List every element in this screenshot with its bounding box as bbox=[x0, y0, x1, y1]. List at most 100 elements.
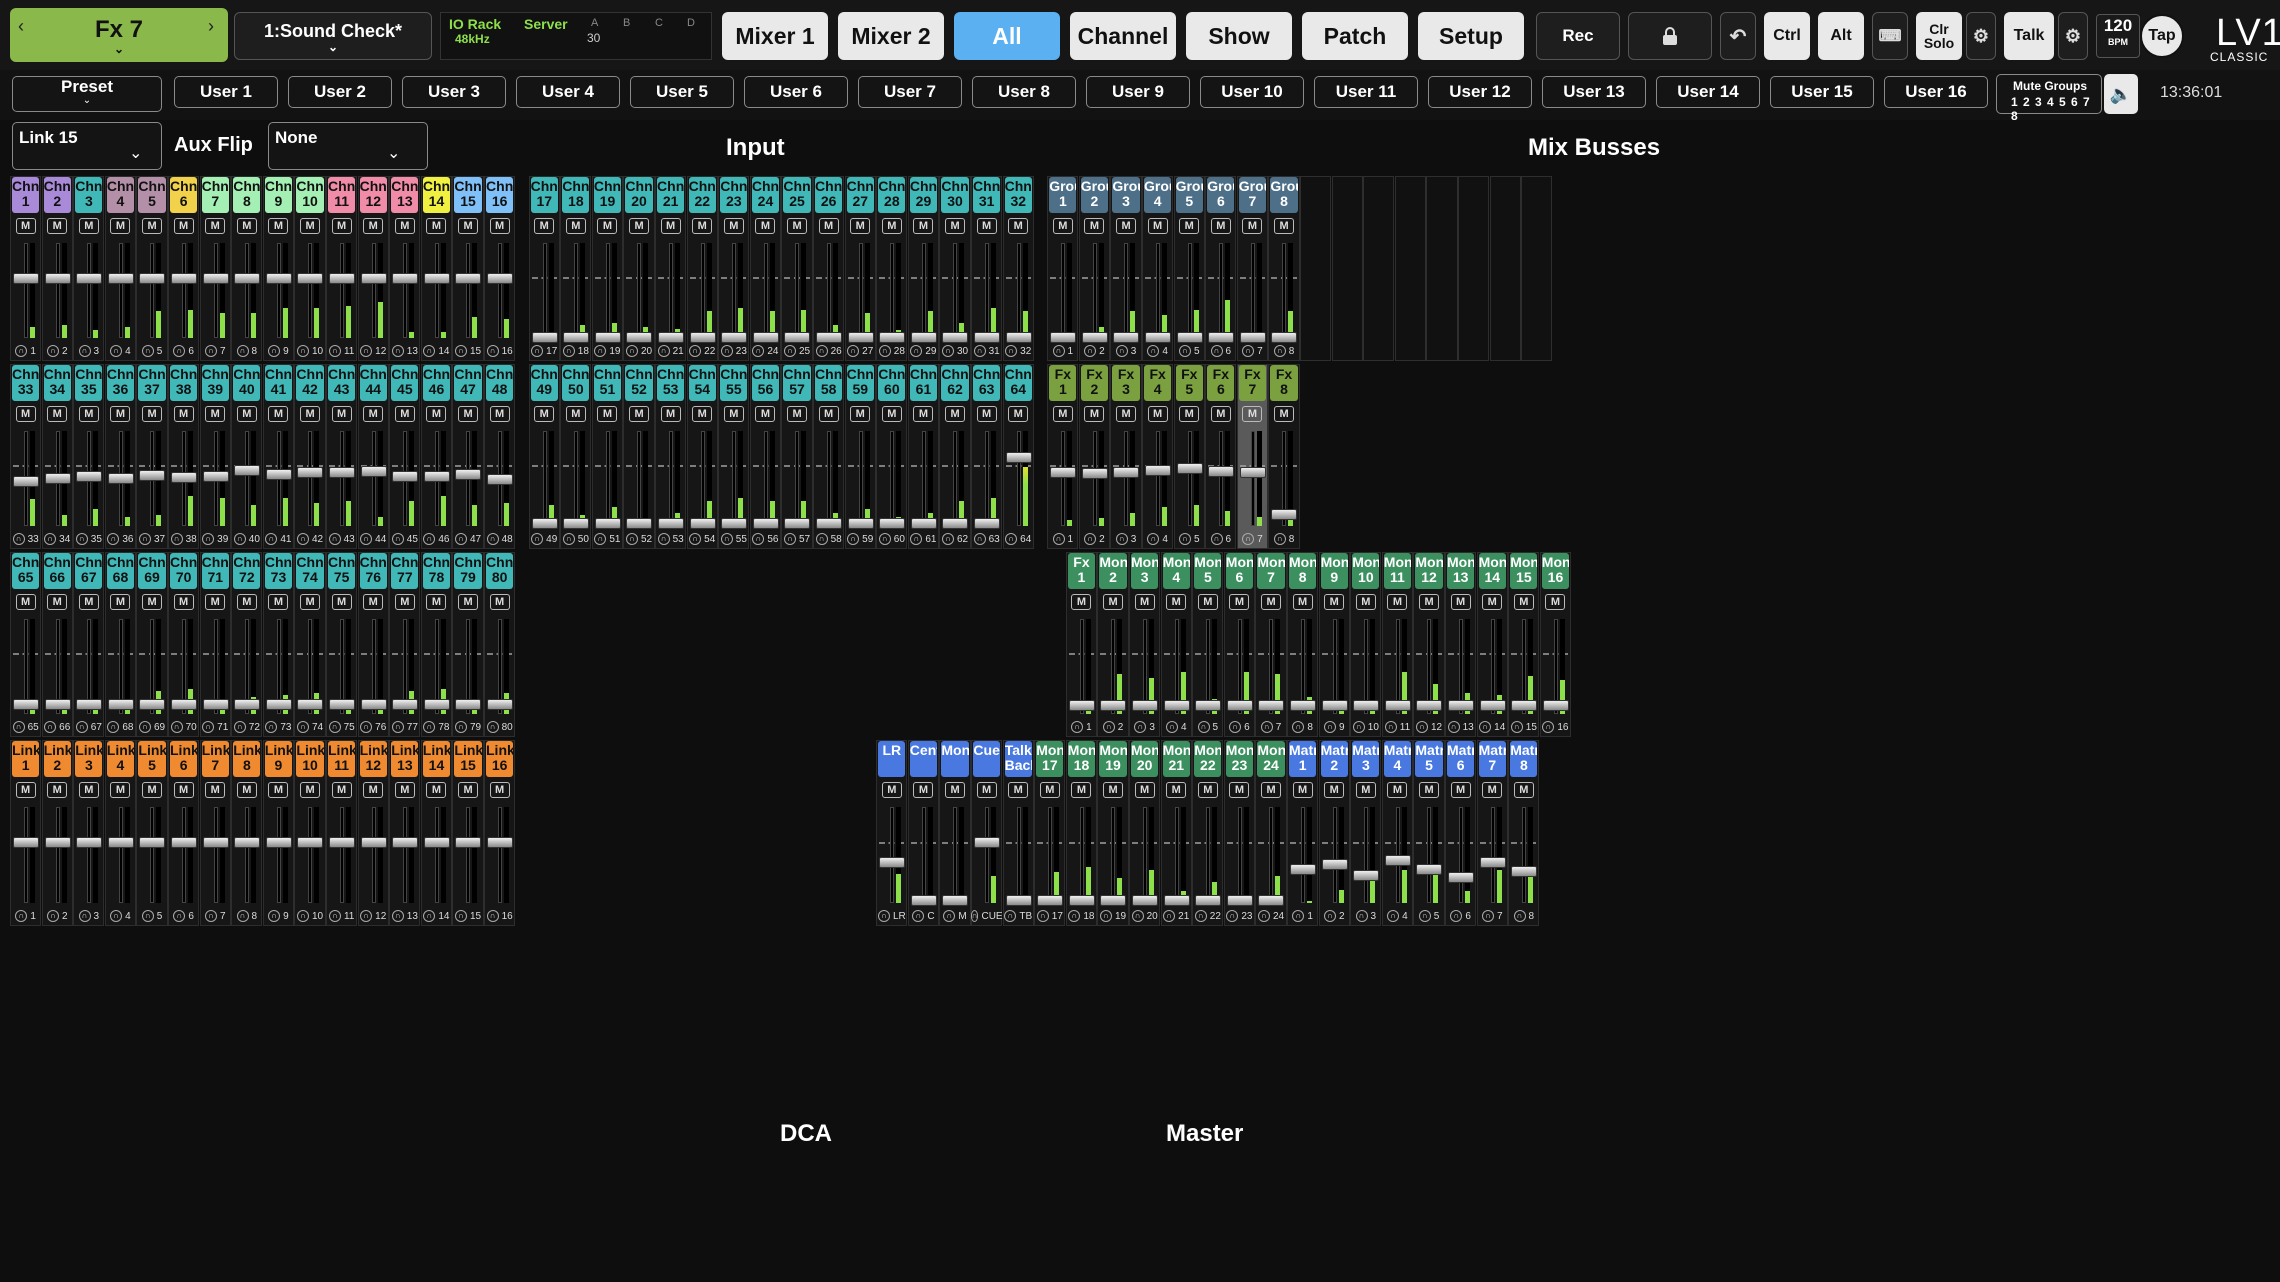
strip-name[interactable]: Cue bbox=[973, 741, 1001, 777]
strip-name[interactable]: Chn 36 bbox=[106, 365, 135, 401]
strip-name[interactable]: Mon 20 bbox=[1131, 741, 1159, 777]
strip-footer[interactable]: ∩ 58 bbox=[814, 531, 843, 547]
channel-strip[interactable]: MonoM∩M bbox=[939, 740, 971, 926]
strip-footer[interactable]: ∩ 13 bbox=[1446, 719, 1475, 735]
channel-strip[interactable]: Link 16 M ∩ 16 bbox=[484, 740, 516, 926]
strip-name[interactable]: Chn 27 bbox=[846, 177, 874, 213]
user-button-6[interactable]: User 6 bbox=[744, 76, 848, 108]
mute-button[interactable]: M bbox=[331, 594, 352, 610]
strip-name[interactable]: Group 5 bbox=[1175, 177, 1203, 213]
strip-name[interactable]: Chn 39 bbox=[201, 365, 229, 401]
strip-name[interactable]: Link 11 bbox=[328, 741, 356, 777]
channel-strip[interactable]: Chn 32 M ∩ 32 bbox=[1002, 176, 1034, 361]
headphone-icon[interactable]: ∩ bbox=[1542, 721, 1555, 733]
strip-name[interactable]: Link 13 bbox=[391, 741, 419, 777]
strip-footer[interactable]: ∩ 77 bbox=[390, 719, 419, 735]
fader-knob[interactable] bbox=[531, 332, 558, 343]
headphone-icon[interactable]: ∩ bbox=[233, 533, 246, 545]
channel-strip[interactable]: Chn 37 M ∩ 37 bbox=[136, 364, 168, 549]
fader-knob[interactable] bbox=[752, 518, 779, 530]
mute-button[interactable]: M bbox=[723, 218, 744, 234]
mute-button[interactable]: M bbox=[142, 782, 163, 798]
ctrl-button[interactable]: Ctrl bbox=[1764, 12, 1810, 60]
fader-knob[interactable] bbox=[1239, 332, 1266, 343]
headphone-icon[interactable]: ∩ bbox=[1260, 721, 1273, 733]
fader-knob[interactable] bbox=[139, 273, 166, 285]
strip-name[interactable]: Chn 54 bbox=[688, 365, 716, 401]
channel-strip[interactable]: Matrx 8 M ∩8 bbox=[1508, 740, 1540, 926]
channel-strip[interactable]: Link 8 M ∩ 8 bbox=[231, 740, 263, 926]
channel-strip[interactable]: Chn 26 M ∩ 26 bbox=[813, 176, 845, 361]
headphone-icon[interactable]: ∩ bbox=[973, 345, 986, 357]
channel-strip[interactable]: Chn 63 M ∩ 63 bbox=[971, 364, 1003, 549]
strip-footer[interactable]: ∩ 7 bbox=[1256, 719, 1285, 735]
strip-name[interactable]: Chn 25 bbox=[783, 177, 811, 213]
headphone-icon[interactable]: ∩ bbox=[296, 721, 309, 733]
mute-button[interactable]: M bbox=[394, 594, 415, 610]
strip-footer[interactable]: ∩ 71 bbox=[201, 719, 230, 735]
mute-button[interactable]: M bbox=[945, 218, 966, 234]
channel-strip[interactable]: Link 14 M ∩ 14 bbox=[420, 740, 453, 926]
mute-button[interactable]: M bbox=[787, 406, 808, 422]
mute-button[interactable]: M bbox=[1179, 218, 1200, 234]
fx-selector[interactable]: Fx 7 ⌄ bbox=[10, 8, 228, 62]
strip-footer[interactable]: ∩ 8 bbox=[1269, 343, 1298, 359]
headphone-icon[interactable]: ∩ bbox=[1052, 345, 1065, 357]
strip-footer[interactable]: ∩ 13 bbox=[390, 343, 419, 359]
mute-button[interactable]: M bbox=[913, 782, 934, 798]
fader-knob[interactable] bbox=[1239, 466, 1266, 478]
strip-name[interactable]: Fx 5 bbox=[1175, 365, 1203, 401]
fader-knob[interactable] bbox=[1195, 700, 1222, 712]
mute-button[interactable]: M bbox=[534, 218, 555, 234]
headphone-icon[interactable]: ∩ bbox=[752, 345, 765, 357]
strip-footer[interactable]: ∩ 29 bbox=[909, 343, 938, 359]
mute-button[interactable]: M bbox=[489, 782, 510, 798]
strip-name[interactable]: Group 1 bbox=[1049, 177, 1077, 213]
fader-knob[interactable] bbox=[455, 273, 482, 285]
headphone-icon[interactable]: ∩ bbox=[107, 721, 120, 733]
fader-knob[interactable] bbox=[974, 518, 1000, 530]
strip-name[interactable]: Chn 30 bbox=[941, 177, 969, 213]
headphone-icon[interactable]: ∩ bbox=[1131, 910, 1144, 922]
channel-strip[interactable]: Chn 57 M ∩ 57 bbox=[781, 364, 813, 549]
headphone-icon[interactable]: ∩ bbox=[233, 721, 246, 733]
strip-footer[interactable]: ∩ 52 bbox=[624, 531, 653, 547]
strip-footer[interactable]: ∩ 5 bbox=[1175, 531, 1204, 547]
strip-footer[interactable]: ∩ 7 bbox=[201, 343, 230, 359]
channel-strip[interactable]: Chn 6 M ∩ 6 bbox=[168, 176, 200, 361]
headphone-icon[interactable]: ∩ bbox=[1178, 345, 1191, 357]
strip-name[interactable]: Mon 10 bbox=[1352, 553, 1380, 589]
strip-footer[interactable]: ∩ 6 bbox=[169, 343, 198, 359]
headphone-icon[interactable]: ∩ bbox=[1450, 910, 1463, 922]
strip-footer[interactable]: ∩ 12 bbox=[1414, 719, 1443, 735]
strip-footer[interactable]: ∩ 9 bbox=[264, 343, 293, 359]
fader-knob[interactable] bbox=[594, 332, 621, 343]
strip-name[interactable]: Chn 56 bbox=[751, 365, 780, 401]
strip-footer[interactable]: ∩ 34 bbox=[43, 531, 72, 547]
headphone-icon[interactable]: ∩ bbox=[1510, 721, 1523, 733]
headphone-icon[interactable]: ∩ bbox=[15, 345, 28, 357]
headphone-icon[interactable]: ∩ bbox=[720, 533, 733, 545]
strip-name[interactable]: Matrx 2 bbox=[1320, 741, 1348, 777]
headphone-icon[interactable]: ∩ bbox=[625, 533, 638, 545]
strip-name[interactable]: Chn 77 bbox=[391, 553, 419, 589]
headphone-icon[interactable]: ∩ bbox=[265, 721, 278, 733]
channel-strip[interactable]: Mon 18 M ∩ 18 bbox=[1065, 740, 1098, 926]
strip-footer[interactable]: ∩ 73 bbox=[264, 719, 293, 735]
headphone-icon[interactable]: ∩ bbox=[1005, 533, 1018, 545]
headphone-icon[interactable]: ∩ bbox=[973, 533, 986, 545]
strip-footer[interactable]: ∩ 28 bbox=[877, 343, 906, 359]
channel-strip[interactable]: Matrx 4 M ∩4 bbox=[1381, 740, 1414, 926]
channel-strip[interactable]: Chn 9 M ∩ 9 bbox=[262, 176, 295, 361]
strip-footer[interactable]: ∩ 65 bbox=[11, 719, 40, 735]
fader-knob[interactable] bbox=[265, 837, 292, 849]
headphone-icon[interactable]: ∩ bbox=[138, 533, 151, 545]
strip-name[interactable]: Chn 45 bbox=[391, 365, 419, 401]
headphone-icon[interactable]: ∩ bbox=[486, 533, 499, 545]
channel-strip[interactable]: Matrx 1 M ∩1 bbox=[1287, 740, 1319, 926]
strip-footer[interactable]: ∩ 64 bbox=[1004, 531, 1033, 547]
mute-button[interactable]: M bbox=[426, 782, 447, 798]
mute-button[interactable]: M bbox=[629, 406, 650, 422]
channel-strip[interactable]: Chn 38 M ∩ 38 bbox=[168, 364, 200, 549]
strip-footer[interactable]: ∩ 3 bbox=[74, 908, 103, 924]
